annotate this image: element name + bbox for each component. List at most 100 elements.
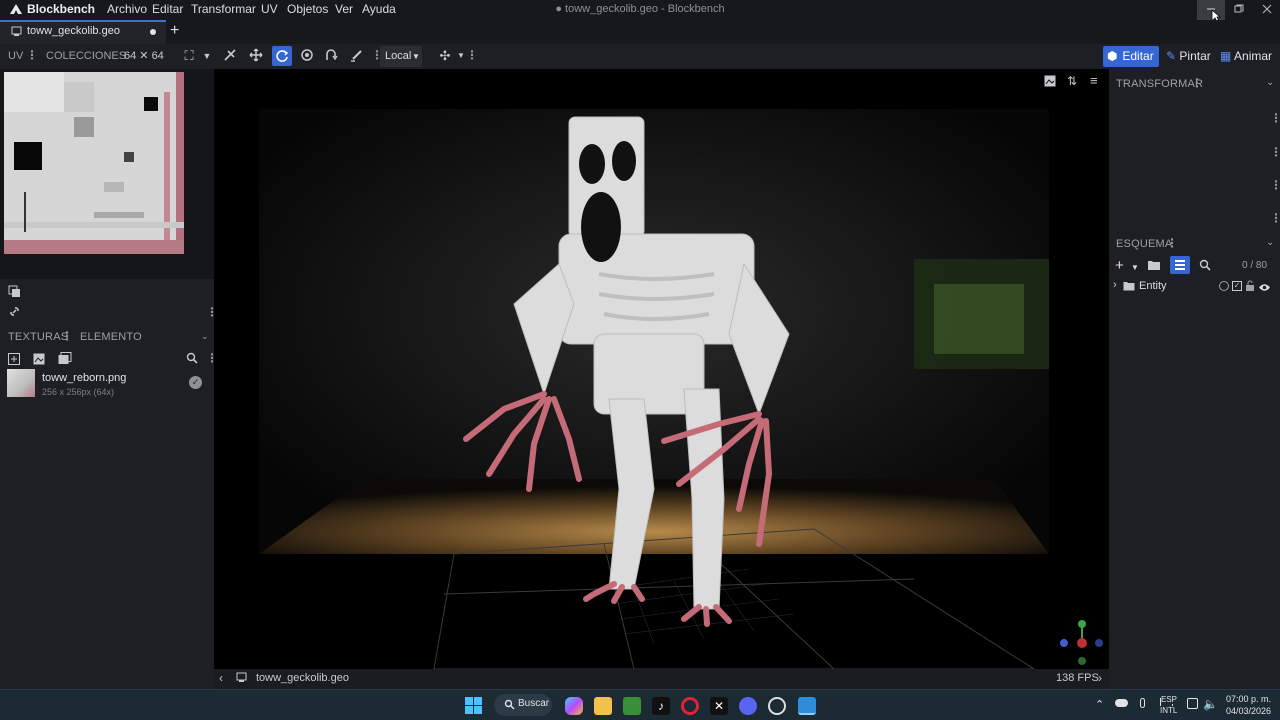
chevron-down-icon[interactable]: ▼ <box>1131 263 1139 272</box>
cloud-icon[interactable] <box>1115 699 1128 707</box>
chevron-left-icon[interactable]: ‹ <box>219 671 223 685</box>
element-count: 0 / 80 <box>1242 260 1268 271</box>
chevron-down-icon: ▼ <box>412 52 420 61</box>
microphone-icon[interactable] <box>1140 698 1145 708</box>
windows-taskbar: Buscar ♪ ✕ ⌃ ESP INTL 🔈 07:00 p. m. 04/0… <box>0 689 1280 720</box>
rotation-menu-icon[interactable]: ⋮ <box>1270 211 1280 225</box>
image-icon[interactable] <box>1044 75 1056 90</box>
pivot-position-icon[interactable]: ✣ <box>437 48 453 64</box>
texture-thumbnail <box>7 369 35 397</box>
new-tab-button[interactable]: + <box>170 22 179 40</box>
mode-animar-label: Animar <box>1234 49 1273 63</box>
lock-icon[interactable] <box>1245 280 1255 294</box>
film-icon: ▦ <box>1220 49 1232 63</box>
mode-animar-button[interactable]: ▦ Animar <box>1216 46 1276 67</box>
opera-icon[interactable] <box>681 697 699 715</box>
project-tab[interactable]: toww_geckolib.geo <box>0 20 166 44</box>
texture-name: toww_reborn.png <box>42 372 127 384</box>
hamburger-menu-icon[interactable]: ≡ <box>1090 73 1098 88</box>
language-bottom[interactable]: INTL <box>1160 706 1178 715</box>
sort-icon[interactable]: ⇅ <box>1067 74 1077 88</box>
capcut-icon[interactable]: ✕ <box>710 697 728 715</box>
chevron-right-icon[interactable]: › <box>1098 671 1102 685</box>
copilot-icon[interactable] <box>565 697 583 715</box>
wifi-icon[interactable] <box>1187 698 1198 709</box>
tab-elemento[interactable]: ELEMENTO <box>80 331 142 343</box>
position-menu-icon[interactable]: ⋮ <box>1270 111 1280 125</box>
texture-gallery-icon[interactable] <box>58 352 72 368</box>
windows-start-icon[interactable] <box>465 697 482 717</box>
title-bar: Blockbench Archivo Editar Transformar UV… <box>0 0 1280 23</box>
outliner-item-label: Entity <box>1139 280 1167 292</box>
close-button[interactable] <box>1253 0 1280 20</box>
maximize-button[interactable] <box>1225 0 1253 20</box>
paint-tool-icon[interactable] <box>349 48 365 64</box>
outliner-toggle-icon[interactable] <box>1170 256 1190 274</box>
link-icon[interactable] <box>8 305 21 321</box>
texturas-menu-icon[interactable]: ⋮ <box>61 329 73 343</box>
eye-icon[interactable] <box>1258 281 1271 295</box>
copy-icon[interactable] <box>8 285 21 301</box>
outliner-menu-icon[interactable]: ⋮ <box>1166 236 1178 250</box>
language-top[interactable]: ESP <box>1161 695 1178 704</box>
add-icon[interactable]: + <box>1115 257 1124 274</box>
left-panel: ⋮ TEXTURAS ⋮ ELEMENTO ⌄ ⋮ toww_reborn.pn… <box>0 69 218 689</box>
clock-date[interactable]: 04/03/2026 <box>1226 706 1271 716</box>
outliner-item[interactable]: › Entity ✓ <box>1109 277 1280 295</box>
search-icon[interactable] <box>1199 259 1211 274</box>
add-group-icon[interactable] <box>1147 259 1161 274</box>
search-icon[interactable] <box>186 352 198 367</box>
move-tool-icon[interactable] <box>248 48 264 64</box>
outliner-panel-title: ESQUEMA <box>1116 238 1173 250</box>
checkbox-icon[interactable]: ✓ <box>1232 281 1242 291</box>
file-icon <box>11 26 22 40</box>
mode-pintar-label: Pintar <box>1179 49 1211 63</box>
brush-icon: ✎ <box>1166 49 1177 63</box>
unsaved-dot-icon[interactable] <box>150 29 156 35</box>
size-menu-icon[interactable]: ⋮ <box>1270 145 1280 159</box>
chevron-down-icon[interactable]: ⌄ <box>1266 77 1274 88</box>
file-icon <box>236 672 247 686</box>
clock-time[interactable]: 07:00 p. m. <box>1226 694 1271 704</box>
rotate-tool-icon[interactable] <box>272 46 292 66</box>
window-title: ● toww_geckolib.geo - Blockbench <box>555 3 725 15</box>
3d-viewport[interactable]: ⇅ ≡ <box>214 69 1109 669</box>
add-texture-icon[interactable] <box>8 353 20 368</box>
toolbar-menu-icon[interactable]: ⋮ <box>466 48 478 62</box>
file-explorer-icon[interactable] <box>594 697 612 715</box>
check-circle-icon[interactable]: ✓ <box>189 376 202 389</box>
pivot-tool-icon[interactable] <box>299 48 315 64</box>
taskbar-search[interactable]: Buscar <box>494 694 552 716</box>
collections-label[interactable]: COLECCIONES <box>46 50 126 62</box>
toolbar: UV ⋮ COLECCIONES 64 ✕ 64 ⛶ ▼ ⋮ Local ▼ ✣… <box>0 44 1280 69</box>
chevron-up-icon[interactable]: ⌃ <box>1095 698 1104 711</box>
chevron-down-icon[interactable]: ▼ <box>199 48 215 64</box>
tab-label: toww_geckolib.geo <box>27 25 120 37</box>
space-select[interactable]: Local ▼ <box>380 46 422 67</box>
discord-icon[interactable] <box>739 697 757 715</box>
chevron-right-icon[interactable]: › <box>1113 279 1117 291</box>
tab-bar: toww_geckolib.geo + <box>0 20 1280 44</box>
chevron-down-icon[interactable]: ⌄ <box>201 331 209 342</box>
chatgpt-icon[interactable] <box>768 697 786 715</box>
import-texture-icon[interactable] <box>33 353 45 368</box>
mode-editar-button[interactable]: ⬢ Editar <box>1103 46 1159 67</box>
export-toggle-icon[interactable] <box>1219 281 1229 291</box>
uv-editor[interactable] <box>0 69 214 279</box>
search-label: Buscar <box>518 698 550 709</box>
pivot-menu-icon[interactable]: ⋮ <box>1270 178 1280 192</box>
mode-pintar-button[interactable]: ✎ Pintar <box>1162 46 1215 67</box>
fullscreen-icon[interactable]: ⛶ <box>181 48 197 64</box>
tab-texturas[interactable]: TEXTURAS <box>8 331 68 343</box>
fps-counter: 138 FPS <box>1056 672 1099 684</box>
chevron-down-icon[interactable]: ⌄ <box>1266 237 1274 248</box>
tiktok-icon[interactable]: ♪ <box>652 697 670 715</box>
texture-list-item[interactable]: toww_reborn.png 256 x 256px (64x) ✓ <box>4 367 210 399</box>
blockbench-taskbar-icon[interactable] <box>798 697 816 715</box>
minecraft-icon[interactable] <box>623 697 641 715</box>
vertex-snap-icon[interactable] <box>222 48 238 64</box>
uv-menu-icon[interactable]: ⋮ <box>26 48 38 62</box>
bend-tool-icon[interactable] <box>324 48 340 64</box>
volume-icon[interactable]: 🔈 <box>1203 697 1218 711</box>
transform-menu-icon[interactable]: ⋮ <box>1191 76 1203 90</box>
